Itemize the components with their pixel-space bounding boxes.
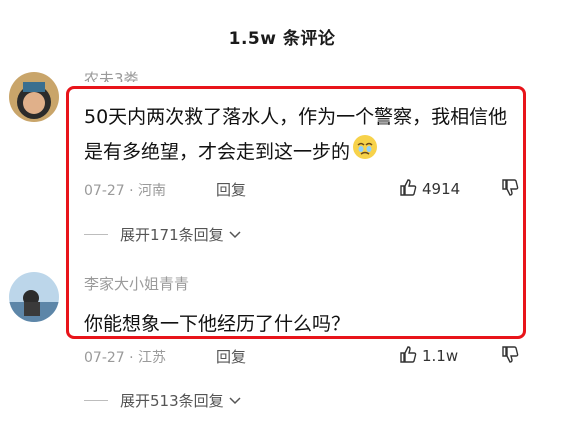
avatar[interactable] [9, 272, 59, 322]
highlight-box [66, 86, 526, 339]
dislike-button[interactable] [500, 345, 520, 369]
like-count: 1.1w [422, 347, 459, 365]
expand-replies-button[interactable]: 展开513条回复 [84, 390, 242, 411]
comment-username[interactable]: 农夫3娄 [84, 68, 139, 82]
reply-button[interactable]: 回复 [216, 346, 246, 367]
thumbs-up-icon [398, 344, 418, 368]
expand-replies-label: 展开513条回复 [120, 392, 224, 410]
comment-date-location: 07-27 · 江苏 [84, 350, 167, 366]
like-button[interactable]: 1.1w [398, 344, 458, 368]
divider [84, 400, 108, 401]
avatar[interactable] [9, 72, 59, 122]
chevron-down-icon [228, 392, 242, 410]
thumbs-down-icon [500, 346, 520, 369]
comment-count-title: 1.5w 条评论 [228, 29, 336, 49]
